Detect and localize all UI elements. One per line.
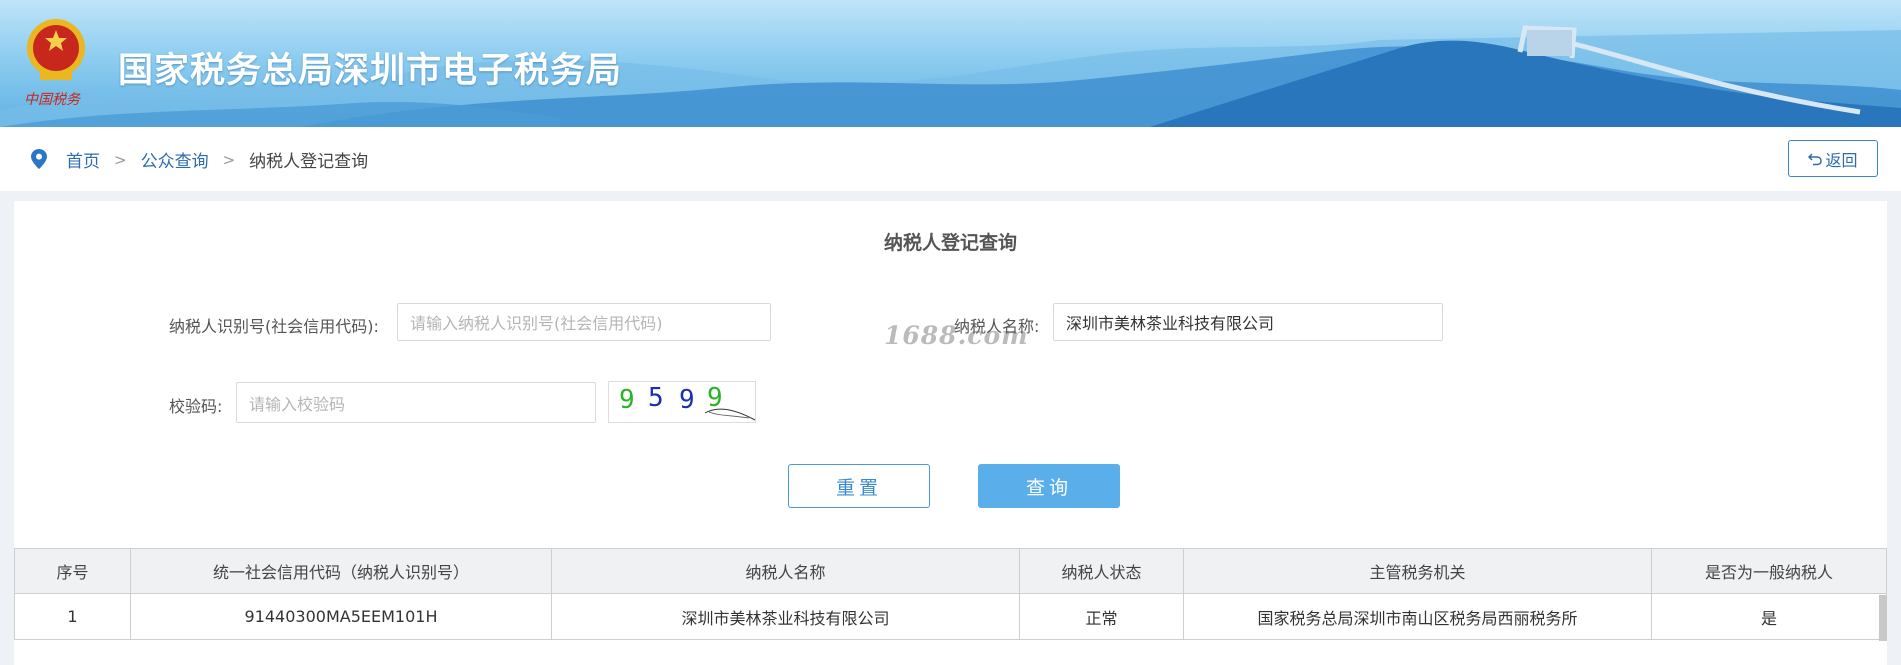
return-icon xyxy=(1808,152,1823,165)
cell-general-taxpayer: 是 xyxy=(1651,593,1887,640)
breadcrumb-bar: 首页 > 公众查询 > 纳税人登记查询 返回 xyxy=(0,127,1901,191)
back-button[interactable]: 返回 xyxy=(1788,140,1878,177)
column-header: 纳税人名称 xyxy=(551,548,1020,594)
form-title: 纳税人登记查询 xyxy=(883,232,1017,254)
verify-code-input[interactable]: 请输入校验码 xyxy=(236,382,596,423)
tax-emblem-icon: 中国税务 xyxy=(24,19,85,108)
cell-taxpayer-name: 深圳市美林茶业科技有限公司 xyxy=(551,593,1020,640)
cell-status: 正常 xyxy=(1019,593,1184,640)
table-header-row: 序号 统一社会信用代码（纳税人识别号） 纳税人名称 纳税人状态 主管税务机关 是… xyxy=(14,548,1887,594)
captcha-digit: 5 xyxy=(648,383,664,413)
captcha-graphic: 9 5 9 9 xyxy=(619,383,756,421)
taxpayer-id-label: 纳税人识别号(社会信用代码): xyxy=(169,317,379,336)
column-header: 主管税务机关 xyxy=(1183,548,1652,594)
query-button[interactable]: 查询 xyxy=(978,464,1120,508)
captcha-digit: 9 xyxy=(619,385,635,415)
column-header: 是否为一般纳税人 xyxy=(1651,548,1887,594)
table-row[interactable]: 1 91440300MA5EEM101H 深圳市美林茶业科技有限公司 正常 国家… xyxy=(14,593,1887,640)
header-banner: 中国税务 国家税务总局深圳市电子税务局 xyxy=(0,0,1901,127)
column-header: 纳税人状态 xyxy=(1019,548,1184,594)
captcha-image[interactable]: 9 5 9 9 xyxy=(608,381,756,423)
breadcrumb-separator: > xyxy=(114,150,127,169)
site-title: 国家税务总局深圳市电子税务局 xyxy=(118,51,623,91)
table-scrollbar[interactable] xyxy=(1879,595,1887,641)
cell-credit-code: 91440300MA5EEM101H xyxy=(130,593,552,640)
query-panel: 纳税人登记查询 纳税人识别号(社会信用代码): 请输入纳税人识别号(社会信用代码… xyxy=(14,201,1887,665)
location-pin-icon xyxy=(31,149,47,169)
breadcrumb-public-query[interactable]: 公众查询 xyxy=(141,147,209,172)
taxpayer-name-input[interactable]: 深圳市美林茶业科技有限公司 xyxy=(1053,303,1443,341)
breadcrumb: 首页 > 公众查询 > 纳税人登记查询 xyxy=(66,147,369,173)
captcha-digit: 9 xyxy=(707,383,723,413)
results-table: 序号 统一社会信用代码（纳税人识别号） 纳税人名称 纳税人状态 主管税务机关 是… xyxy=(14,548,1887,640)
cell-tax-authority: 国家税务总局深圳市南山区税务局西丽税务所 xyxy=(1183,593,1652,640)
taxpayer-id-input[interactable]: 请输入纳税人识别号(社会信用代码) xyxy=(397,303,771,341)
taxpayer-name-label: 纳税人名称: xyxy=(954,317,1040,336)
breadcrumb-home[interactable]: 首页 xyxy=(66,147,100,172)
svg-text:中国税务: 中国税务 xyxy=(24,92,81,108)
breadcrumb-separator: > xyxy=(222,150,236,169)
verify-code-label: 校验码: xyxy=(169,397,223,416)
column-header: 序号 xyxy=(14,548,131,594)
captcha-digit: 9 xyxy=(679,385,695,415)
column-header: 统一社会信用代码（纳税人识别号） xyxy=(130,548,552,594)
reset-button[interactable]: 重置 xyxy=(788,464,930,508)
breadcrumb-current: 纳税人登记查询 xyxy=(249,152,369,172)
cell-index: 1 xyxy=(14,593,131,640)
back-button-label: 返回 xyxy=(1825,150,1858,170)
